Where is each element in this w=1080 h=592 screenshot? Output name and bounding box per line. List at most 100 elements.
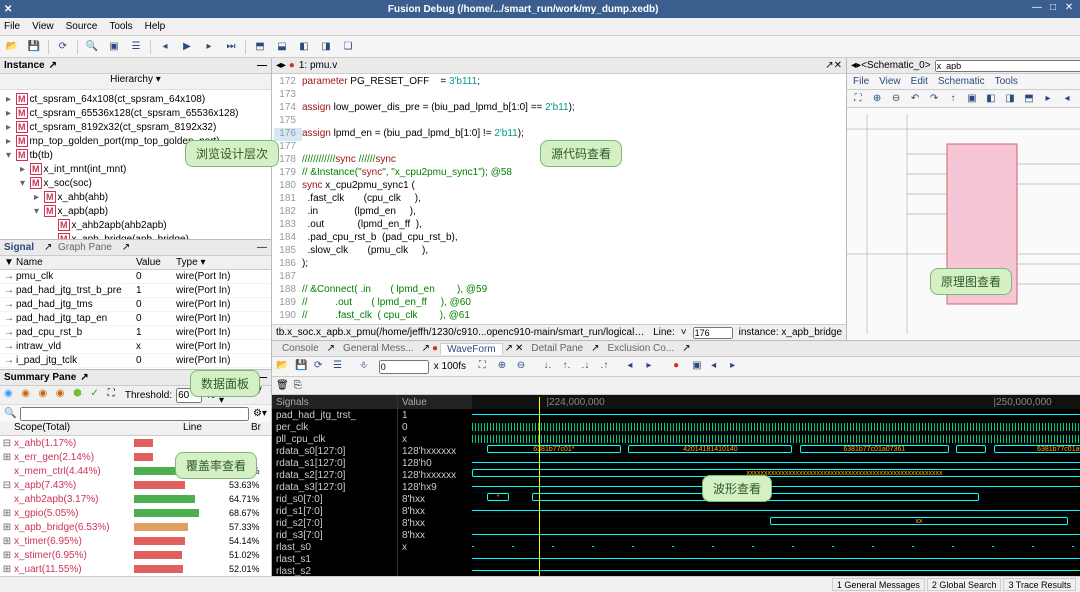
tree-row[interactable]: ▾Mx_soc(soc) — [2, 176, 269, 190]
wave-signal-name[interactable]: rdata_s1[127:0] — [272, 457, 397, 469]
status-trace-results[interactable]: 3 Trace Results — [1003, 578, 1076, 591]
wave-row[interactable] — [472, 505, 1080, 517]
menu-file[interactable]: File — [4, 21, 20, 32]
wave-tool-icon[interactable]: ▣ — [692, 360, 706, 374]
popout-icon[interactable]: ↗ — [825, 60, 833, 71]
tree-row[interactable]: ▸Mct_spsram_65536x128(ct_spsram_65536x12… — [2, 106, 269, 120]
wave-row[interactable]: *8080 — [472, 493, 1080, 505]
signal-row[interactable]: →pad_had_jtg_tap_en0wire(Port In) — [0, 312, 271, 326]
code-tab-label[interactable]: 1: pmu.v — [299, 60, 337, 71]
code-line[interactable]: 175 — [274, 115, 844, 128]
save-icon[interactable]: 💾 — [26, 39, 42, 55]
schem-tool-icon[interactable]: ▣ — [965, 92, 979, 106]
col-scope[interactable]: Scope(Total) — [0, 422, 134, 435]
wave-row[interactable] — [472, 529, 1080, 541]
maximize-button[interactable]: □ — [1046, 2, 1060, 16]
tab-waveform[interactable]: WaveForm — [440, 343, 503, 355]
wave-signal-name[interactable]: rid_s2[7:0] — [272, 517, 397, 529]
wave-row[interactable] — [472, 433, 1080, 445]
signal-row[interactable]: →pad_had_jtg_tms0wire(Port In) — [0, 298, 271, 312]
wave-signal-name[interactable]: pll_cpu_clk — [272, 433, 397, 445]
summary-row[interactable]: ⊞x_apb_bridge(6.53%)57.33% — [0, 520, 271, 534]
up-icon[interactable]: ↑ — [946, 92, 960, 106]
zoom-fit-icon[interactable]: ⛶ — [851, 92, 865, 106]
tree-row[interactable]: ▸Mct_spsram_8192x32(ct_spsram_8192x32) — [2, 120, 269, 134]
popout-icon[interactable]: ↗ — [80, 372, 88, 383]
zoom-fit-icon[interactable]: ⛶ — [479, 360, 493, 374]
sum-tool3-icon[interactable]: ◉ — [39, 388, 52, 402]
popout-icon[interactable]: ↗ — [505, 343, 513, 354]
menu-view[interactable]: View — [32, 21, 54, 32]
col-value[interactable]: Value — [132, 257, 172, 268]
wave-row[interactable] — [472, 481, 1080, 493]
wave-row[interactable] — [472, 553, 1080, 565]
step-icon[interactable]: ⏭ — [223, 39, 239, 55]
wave-signal-name[interactable]: rid_s0[7:0] — [272, 493, 397, 505]
popout-icon[interactable]: ↗ — [122, 242, 130, 253]
sum-tool7-icon[interactable]: ⛶ — [108, 388, 121, 402]
tree-row[interactable]: Mx_apb_bridge(apb_bridge) — [2, 232, 269, 239]
wave-row[interactable] — [472, 457, 1080, 469]
wave-signal-name[interactable]: pad_had_jtg_trst_ — [272, 409, 397, 421]
wave-row[interactable]: xxxxxxxxxxxxxxxxxxxxxxxxxxxxxxxxxxxxxxxx… — [472, 469, 1080, 481]
popout-icon[interactable]: ↗ — [327, 343, 335, 354]
play-icon[interactable]: ▶ — [179, 39, 195, 55]
code-line[interactable]: 184 .pad_cpu_rst_b (pad_cpu_rst_b), — [274, 232, 844, 245]
schematic-canvas[interactable] — [847, 108, 1080, 340]
line-input[interactable] — [693, 327, 733, 339]
schem-tool-icon[interactable]: ◂ — [1060, 92, 1074, 106]
status-global-search[interactable]: 2 Global Search — [927, 578, 1002, 591]
col-name[interactable]: Name — [12, 257, 132, 268]
tool2-icon[interactable]: ☰ — [128, 39, 144, 55]
extra1-icon[interactable]: ⬒ — [252, 39, 268, 55]
popout-icon[interactable]: ↗ — [682, 343, 690, 354]
schem-tool-icon[interactable]: ◧ — [984, 92, 998, 106]
signal-row[interactable]: →intraw_vldxwire(Port In) — [0, 340, 271, 354]
schem-tool-icon[interactable]: ⬒ — [1022, 92, 1036, 106]
summary-row[interactable]: ⊞x_gpio(5.05%)68.67% — [0, 506, 271, 520]
wave-row[interactable] — [472, 421, 1080, 433]
filter-icon[interactable]: ▼ — [0, 257, 12, 268]
menu-help[interactable]: Help — [145, 21, 166, 32]
marker-icon[interactable]: ↓. — [544, 360, 558, 374]
wave-row[interactable]: xx — [472, 517, 1080, 529]
fwd-icon[interactable]: ▸ — [201, 39, 217, 55]
refresh-icon[interactable]: ⟳ — [55, 39, 71, 55]
wave-signal-name[interactable]: rdata_s3[127:0] — [272, 481, 397, 493]
extra4-icon[interactable]: ◨ — [318, 39, 334, 55]
tool1-icon[interactable]: ▣ — [106, 39, 122, 55]
summary-row[interactable]: ⊞x_timer(6.95%)54.14% — [0, 534, 271, 548]
code-line[interactable]: 190// .fast_clk ( cpu_clk ), @61 — [274, 310, 844, 323]
extra2-icon[interactable]: ⬓ — [274, 39, 290, 55]
wave-row[interactable]: 6381b77c01*420141814101406381b77c01a0736… — [472, 445, 1080, 457]
popout-icon[interactable]: ↗ — [422, 343, 430, 354]
col-type[interactable]: Type ▾ — [172, 257, 271, 268]
marker-icon[interactable]: .↓ — [582, 360, 596, 374]
marker-icon[interactable]: .↑ — [601, 360, 615, 374]
nav-icon[interactable]: ◂ — [627, 360, 641, 374]
extra5-icon[interactable]: ❏ — [340, 39, 356, 55]
schematic-path-input[interactable] — [935, 60, 1080, 72]
sum-tool6-icon[interactable]: ✓ — [90, 388, 103, 402]
tab-signal[interactable]: Signal — [4, 242, 34, 253]
summary-table[interactable]: Scope(Total) Line Br ⊟x_ahb(1.17%)⊞x_err… — [0, 422, 271, 576]
line-prev-icon[interactable]: ˅ — [681, 327, 687, 338]
summary-row[interactable]: x_ahb2apb(3.17%)64.71% — [0, 492, 271, 506]
wave-save-icon[interactable]: 💾 — [295, 360, 309, 374]
search-icon[interactable]: 🔍 — [4, 408, 16, 419]
signal-row[interactable]: →pmu_clk0wire(Port In) — [0, 270, 271, 284]
filter-btn[interactable]: ⚙▾ — [253, 408, 267, 419]
code-line[interactable]: 188// &Connect( .in ( lpmd_en ), @59 — [274, 284, 844, 297]
summary-row[interactable]: ⊟x_apb(7.43%)53.63% — [0, 478, 271, 492]
tree-row[interactable]: Mx_ahb2apb(ahb2apb) — [2, 218, 269, 232]
tree-row[interactable]: ▾Mx_apb(apb) — [2, 204, 269, 218]
wave-tool-icon[interactable]: ☰ — [333, 360, 347, 374]
close-icon[interactable]: — — [257, 60, 267, 71]
sum-tool1-icon[interactable]: ◉ — [4, 388, 17, 402]
schem-menu-file[interactable]: File — [853, 76, 869, 87]
wave-tool-icon[interactable]: ⟳ — [314, 360, 328, 374]
code-line[interactable]: 179// &Instance("sync", "x_cpu2pmu_sync1… — [274, 167, 844, 180]
wave-row[interactable] — [472, 541, 1080, 553]
wave-signal-name[interactable]: rlast_s2 — [272, 565, 397, 576]
close-icon[interactable]: — — [257, 242, 267, 253]
